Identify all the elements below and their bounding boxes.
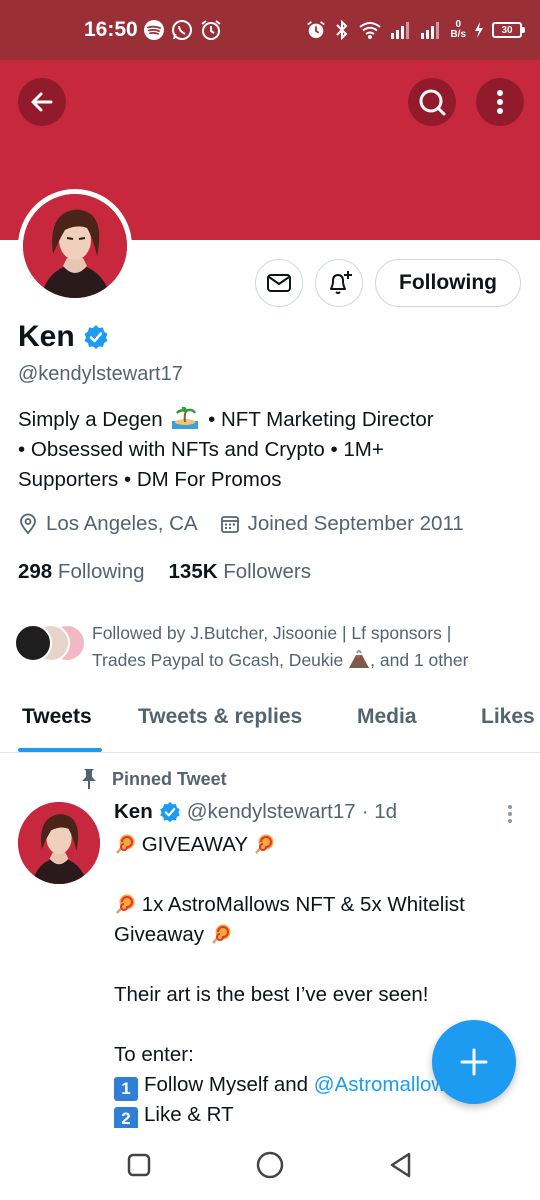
- profile-name-row: Ken: [18, 320, 109, 354]
- tab-tweets[interactable]: Tweets: [22, 705, 92, 729]
- status-time: 16:50: [84, 18, 138, 41]
- status-bar: 16:50 0 B/s 30: [0, 0, 540, 60]
- followed-by[interactable]: Followed by J.Butcher, Jisoonie | Lf spo…: [14, 620, 524, 674]
- profile-joined: Joined September 2011: [220, 512, 464, 536]
- profile-avatar[interactable]: [18, 189, 132, 303]
- triangle-back-icon: [390, 1152, 411, 1178]
- alarm-icon: [307, 21, 326, 39]
- signal-icon: [391, 22, 410, 39]
- tweet-time: · 1d: [361, 800, 398, 823]
- avatar-illustration: [23, 194, 127, 298]
- lollipop-emoji-icon: [116, 834, 135, 854]
- whatsapp-icon: [172, 20, 192, 40]
- tweet-more-icon[interactable]: [506, 804, 514, 824]
- profile-handle: @kendylstewart17: [18, 363, 183, 385]
- follow-counts: 298 Following 135K Followers: [18, 560, 335, 584]
- tweet-author-name[interactable]: Ken: [114, 800, 153, 824]
- tweet-author-handle[interactable]: @kendylstewart17: [187, 800, 356, 824]
- plus-icon: [460, 1048, 488, 1076]
- battery-indicator: 30: [492, 22, 525, 38]
- net-speed: 0 B/s: [450, 19, 466, 40]
- profile-name: Ken: [18, 320, 75, 353]
- verified-badge-icon: [160, 801, 180, 823]
- volcano-emoji-icon: [349, 650, 370, 668]
- verified-badge-icon: [84, 325, 108, 349]
- mail-icon: [267, 274, 291, 292]
- more-button[interactable]: [476, 78, 524, 126]
- tweet-avatar[interactable]: [18, 802, 100, 884]
- compose-tweet-button[interactable]: [432, 1020, 516, 1104]
- bluetooth-icon: [336, 19, 348, 41]
- bell-plus-icon: [330, 271, 352, 294]
- search-button[interactable]: [408, 78, 456, 126]
- profile-location: Los Angeles, CA: [18, 512, 198, 536]
- keycap-1-icon: 1: [114, 1077, 138, 1101]
- tweet-header: Ken @kendylstewart17 · 1d: [114, 800, 397, 824]
- alarm-icon: [201, 20, 221, 40]
- tab-media[interactable]: Media: [357, 705, 417, 729]
- system-back-button[interactable]: [386, 1150, 416, 1180]
- tab-tweets-replies[interactable]: Tweets & replies: [138, 705, 302, 729]
- lollipop-emoji-icon: [255, 834, 274, 854]
- profile-meta: Los Angeles, CA Joined September 2011: [18, 512, 486, 536]
- search-icon: [419, 89, 446, 116]
- following-count-link[interactable]: 298 Following: [18, 560, 145, 584]
- follower-avatars: [14, 624, 86, 664]
- more-vertical-icon: [497, 90, 503, 114]
- calendar-icon: [220, 516, 239, 533]
- location-pin-icon: [20, 513, 36, 535]
- system-nav-bar: [0, 1128, 540, 1200]
- profile-tabs: Tweets Tweets & replies Media Likes: [0, 695, 540, 753]
- status-right-icons: 0 B/s 30: [306, 19, 525, 41]
- tab-likes[interactable]: Likes: [481, 705, 535, 729]
- spotify-icon: [144, 20, 164, 40]
- following-button[interactable]: Following: [375, 259, 521, 307]
- charging-icon: [475, 22, 483, 38]
- signal-icon: [421, 22, 440, 39]
- island-emoji-icon: [172, 406, 199, 429]
- pinned-label: Pinned Tweet: [80, 768, 227, 790]
- profile-bio: Simply a Degen • NFT Marketing Director …: [18, 406, 434, 491]
- recents-button[interactable]: [124, 1150, 154, 1180]
- arrow-left-icon: [31, 92, 53, 112]
- circle-icon: [256, 1151, 284, 1179]
- lollipop-emoji-icon: [116, 894, 135, 914]
- active-tab-indicator: [18, 748, 102, 752]
- notification-button[interactable]: [315, 259, 363, 307]
- followers-count-link[interactable]: 135K Followers: [169, 560, 311, 584]
- wifi-icon: [359, 22, 382, 39]
- avatar: [14, 624, 52, 662]
- back-button[interactable]: [18, 78, 66, 126]
- lollipop-emoji-icon: [211, 924, 231, 944]
- message-button[interactable]: [255, 259, 303, 307]
- pin-icon: [82, 769, 96, 789]
- avatar-illustration: [18, 802, 100, 884]
- home-button[interactable]: [255, 1150, 285, 1180]
- square-icon: [127, 1153, 151, 1177]
